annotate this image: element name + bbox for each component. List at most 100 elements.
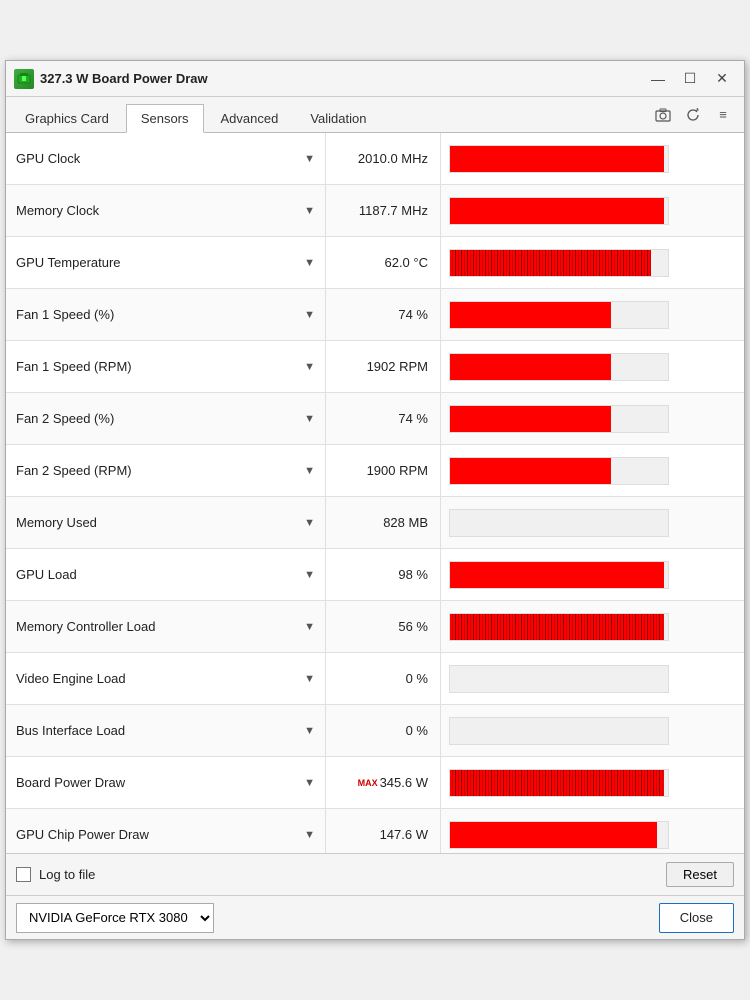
sensor-name-cell: Fan 2 Speed (%)▼ <box>6 393 326 444</box>
camera-button[interactable] <box>650 104 676 126</box>
sensor-name-label: GPU Clock <box>16 151 300 166</box>
sensor-bar-cell <box>441 549 744 600</box>
bar-fill <box>450 302 611 328</box>
sensor-value: 1900 RPM <box>367 463 428 478</box>
bar-track <box>449 665 669 693</box>
bar-track <box>449 509 669 537</box>
sensor-name-cell: Memory Controller Load ▼ <box>6 601 326 652</box>
dropdown-arrow-icon[interactable]: ▼ <box>304 517 315 529</box>
sensor-value: 0 % <box>406 723 428 738</box>
gpu-select[interactable]: NVIDIA GeForce RTX 3080 <box>16 903 214 933</box>
sensor-bar-cell <box>441 757 744 808</box>
sensor-bar-cell <box>441 393 744 444</box>
sensor-value-cell: MAX345.6 W <box>326 757 441 808</box>
sensor-name-label: GPU Temperature <box>16 255 300 270</box>
dropdown-arrow-icon[interactable]: ▼ <box>304 413 315 425</box>
sensor-bar-cell <box>441 445 744 496</box>
sensor-value: 74 % <box>398 307 428 322</box>
sensor-name-cell: GPU Load ▼ <box>6 549 326 600</box>
refresh-button[interactable] <box>680 104 706 126</box>
sensor-name-cell: Fan 2 Speed (RPM)▼ <box>6 445 326 496</box>
sensor-bar-cell <box>441 601 744 652</box>
footer-bar: NVIDIA GeForce RTX 3080 Close <box>6 895 744 939</box>
sensor-value-cell: 98 % <box>326 549 441 600</box>
bottom-bar: Log to file Reset <box>6 853 744 895</box>
sensor-value-cell: 0 % <box>326 705 441 756</box>
dropdown-arrow-icon[interactable]: ▼ <box>304 829 315 841</box>
dropdown-arrow-icon[interactable]: ▼ <box>304 205 315 217</box>
bar-track <box>449 249 669 277</box>
sensor-name-label: Memory Controller Load <box>16 619 300 634</box>
restore-button[interactable]: ☐ <box>676 68 704 90</box>
dropdown-arrow-icon[interactable]: ▼ <box>304 153 315 165</box>
sensor-name-label: Memory Clock <box>16 203 300 218</box>
sensor-value: 147.6 W <box>380 827 428 842</box>
bar-fill <box>450 146 664 172</box>
sensor-value: 345.6 W <box>380 775 428 790</box>
table-row: Fan 1 Speed (RPM)▼1902 RPM <box>6 341 744 393</box>
bar-fill <box>450 354 611 380</box>
bar-fill <box>450 406 611 432</box>
sensor-value-cell: 62.0 °C <box>326 237 441 288</box>
sensor-value-cell: 74 % <box>326 289 441 340</box>
sensor-value-cell: 0 % <box>326 653 441 704</box>
max-badge: MAX <box>358 778 378 788</box>
bar-fill <box>450 250 651 276</box>
bar-track <box>449 613 669 641</box>
log-checkbox[interactable] <box>16 867 31 882</box>
sensor-name-cell: Board Power Draw▼ <box>6 757 326 808</box>
dropdown-arrow-icon[interactable]: ▼ <box>304 777 315 789</box>
sensor-value: 1187.7 MHz <box>359 203 428 218</box>
bar-track <box>449 561 669 589</box>
tab-validation[interactable]: Validation <box>295 104 381 132</box>
reset-button[interactable]: Reset <box>666 862 734 887</box>
sensor-value: 74 % <box>398 411 428 426</box>
dropdown-arrow-icon[interactable]: ▼ <box>304 309 315 321</box>
footer-close-button[interactable]: Close <box>659 903 734 933</box>
sensor-value: 2010.0 MHz <box>358 151 428 166</box>
bar-fill <box>450 562 664 588</box>
bar-track <box>449 405 669 433</box>
close-button[interactable]: ✕ <box>708 68 736 90</box>
dropdown-arrow-icon[interactable]: ▼ <box>304 257 315 269</box>
tab-advanced[interactable]: Advanced <box>206 104 294 132</box>
dropdown-arrow-icon[interactable]: ▼ <box>304 673 315 685</box>
tab-sensors[interactable]: Sensors <box>126 104 204 133</box>
sensor-name-cell: Bus Interface Load▼ <box>6 705 326 756</box>
sensor-bar-cell <box>441 809 744 853</box>
sensor-bar-cell <box>441 133 744 184</box>
sensor-bar-cell <box>441 653 744 704</box>
sensor-value-cell: 1900 RPM <box>326 445 441 496</box>
bar-track <box>449 769 669 797</box>
window-title: 327.3 W Board Power Draw <box>40 71 644 86</box>
minimize-button[interactable]: — <box>644 68 672 90</box>
dropdown-arrow-icon[interactable]: ▼ <box>304 621 315 633</box>
app-icon <box>14 69 34 89</box>
sensor-name-cell: Fan 1 Speed (RPM)▼ <box>6 341 326 392</box>
table-row: Board Power Draw▼MAX345.6 W <box>6 757 744 809</box>
tab-graphics-card[interactable]: Graphics Card <box>10 104 124 132</box>
log-label: Log to file <box>39 867 95 882</box>
dropdown-arrow-icon[interactable]: ▼ <box>304 361 315 373</box>
window-controls: — ☐ ✕ <box>644 68 736 90</box>
main-window: 327.3 W Board Power Draw — ☐ ✕ Graphics … <box>5 60 745 940</box>
bar-fill <box>450 614 664 640</box>
dropdown-arrow-icon[interactable]: ▼ <box>304 725 315 737</box>
sensor-name-cell: GPU Temperature ▼ <box>6 237 326 288</box>
sensor-bar-cell <box>441 497 744 548</box>
dropdown-arrow-icon[interactable]: ▼ <box>304 465 315 477</box>
sensor-bar-cell <box>441 185 744 236</box>
bar-track <box>449 457 669 485</box>
table-row: GPU Load ▼ 98 % <box>6 549 744 601</box>
sensor-value-cell: 2010.0 MHz <box>326 133 441 184</box>
dropdown-arrow-icon[interactable]: ▼ <box>304 569 315 581</box>
table-row: GPU Temperature ▼ 62.0 °C <box>6 237 744 289</box>
sensor-list: GPU Clock ▼ 2010.0 MHz Memory Clock ▼ 1187.7 … <box>6 133 744 853</box>
sensor-bar-cell <box>441 705 744 756</box>
sensor-value-cell: 1902 RPM <box>326 341 441 392</box>
bar-track <box>449 717 669 745</box>
menu-button[interactable]: ≡ <box>710 104 736 126</box>
title-bar: 327.3 W Board Power Draw — ☐ ✕ <box>6 61 744 97</box>
table-row: Memory Used▼828 MB <box>6 497 744 549</box>
sensor-name-label: GPU Load <box>16 567 300 582</box>
